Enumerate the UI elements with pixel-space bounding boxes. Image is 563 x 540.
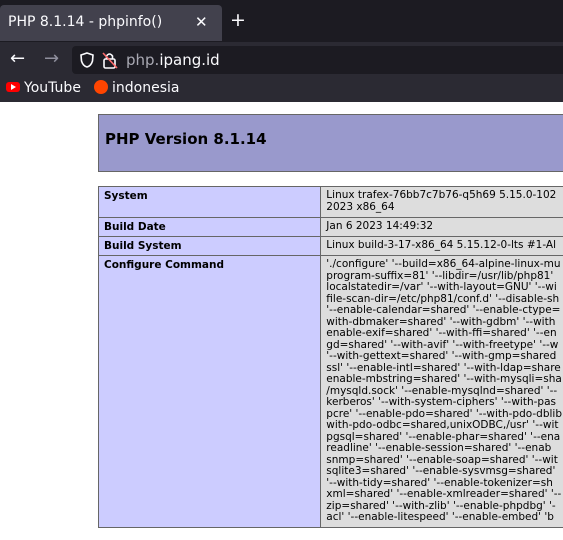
address-bar[interactable]: php.ipang.id [72,46,563,74]
new-tab-button[interactable]: + [230,9,246,31]
bookmark-youtube[interactable]: YouTube [6,80,81,96]
url-text[interactable]: php.ipang.id [126,51,220,69]
url-domain: ipang.id [159,51,220,69]
table-row: Build Date Jan 6 2023 14:49:32 [97,217,563,237]
bookmark-label: indonesia [112,80,180,96]
table-row: Configure Command './configure' '--build… [97,255,563,528]
row-value: './configure' '--build=x86_64-alpine-lin… [320,255,563,528]
tab-close-icon[interactable]: ✕ [195,13,208,31]
bookmark-label: YouTube [24,80,81,96]
row-key: Build System [97,236,322,256]
reddit-icon [94,80,108,94]
row-key: System [97,186,322,218]
table-row: Build System Linux build-3-17-x86_64 5.1… [97,236,563,256]
phpinfo-table: System Linux trafex-76bb7c7b76-q5h69 5.1… [97,186,563,528]
bookmark-indonesia[interactable]: indonesia [94,80,179,96]
row-value: Linux trafex-76bb7c7b76-q5h69 5.15.0-102… [320,186,563,218]
row-key: Build Date [97,217,322,237]
shield-icon[interactable] [80,52,94,68]
php-version-header: PHP Version 8.1.14 [98,114,563,172]
forward-arrow-icon[interactable]: → [44,48,59,69]
browser-tab-active[interactable]: PHP 8.1.14 - phpinfo() ✕ [0,5,222,41]
insecure-lock-icon[interactable] [102,51,118,69]
url-subdomain: php. [126,51,160,69]
tab-title: PHP 8.1.14 - phpinfo() [8,14,163,30]
table-row: System Linux trafex-76bb7c7b76-q5h69 5.1… [97,186,563,218]
bookmarks-bar: YouTube indonesia [0,78,563,102]
back-arrow-icon[interactable]: ← [10,48,25,69]
row-value: Linux build-3-17-x86_64 5.15.12-0-lts #1… [320,236,563,256]
page-title: PHP Version 8.1.14 [105,130,267,148]
row-value: Jan 6 2023 14:49:32 [320,217,563,237]
youtube-icon [6,82,20,92]
browser-chrome: PHP 8.1.14 - phpinfo() ✕ + ← → php.ipang… [0,0,563,102]
row-key: Configure Command [97,255,322,528]
page-content: PHP Version 8.1.14 System Linux trafex-7… [0,102,563,540]
navigation-toolbar: ← → php.ipang.id [0,42,563,78]
